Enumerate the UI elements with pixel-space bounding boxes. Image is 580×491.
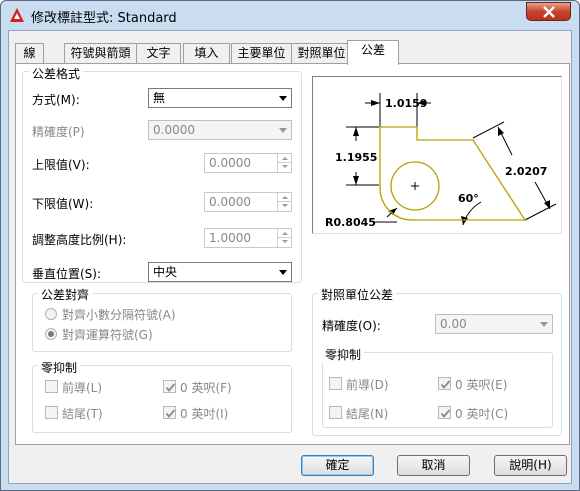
- scale-height-spinner[interactable]: 1.0000: [204, 228, 292, 248]
- chevron-down-icon: [540, 322, 548, 327]
- upper-value-text: 0.0000: [209, 156, 251, 170]
- method-label: 方式(M):: [32, 93, 80, 107]
- alt-trailing-checkbox[interactable]: [329, 406, 342, 419]
- lower-value-text: 0.0000: [209, 195, 251, 209]
- vertical-position-value: 中央: [153, 265, 178, 279]
- preview-drawing: 1.0159 1.1955 2.0207 60° R0.8045: [325, 93, 557, 229]
- alt-precision-value: 0.00: [440, 317, 467, 331]
- alt-zero-feet-label: 0 英呎(E): [455, 378, 508, 392]
- alt-leading-label: 前導(D): [346, 378, 389, 392]
- preview-dim-left: 1.1955: [335, 151, 377, 164]
- tolerances-panel: 公差格式 方式(M): 無 精確度(P) 0.0000 上限值(V): 0.00…: [15, 63, 570, 445]
- scale-height-label: 調整高度比例(H):: [32, 233, 127, 247]
- chevron-down-icon: [279, 128, 287, 133]
- alt-zero-feet-checkbox[interactable]: [438, 377, 451, 390]
- lower-value-label: 下限值(W):: [32, 197, 94, 211]
- alt-zero-suppression-legend: 零抑制: [322, 346, 365, 363]
- trailing-checkbox[interactable]: [45, 406, 58, 419]
- tolerance-format-legend: 公差格式: [29, 65, 84, 82]
- check-icon: [165, 409, 176, 418]
- check-icon: [440, 380, 451, 389]
- upper-value-spinner[interactable]: 0.0000: [204, 153, 292, 173]
- align-operator-radio[interactable]: [45, 328, 57, 340]
- method-combo[interactable]: 無: [148, 88, 292, 108]
- trailing-label: 結尾(T): [62, 407, 103, 421]
- tab-symbols-arrows[interactable]: 符號與箭頭: [64, 43, 137, 63]
- spin-down-icon[interactable]: [277, 202, 291, 211]
- vertical-position-combo[interactable]: 中央: [148, 262, 292, 282]
- preview-dim-right: 2.0207: [505, 165, 547, 178]
- precision-label: 精確度(P): [32, 125, 85, 139]
- alt-zero-inches-label: 0 英吋(C): [455, 407, 509, 421]
- close-button[interactable]: [526, 2, 571, 21]
- upper-value-label: 上限值(V):: [32, 158, 90, 172]
- preview-radius: R0.8045: [325, 216, 376, 229]
- tab-tolerances[interactable]: 公差: [347, 40, 399, 65]
- tab-primary-units[interactable]: 主要單位: [231, 43, 292, 63]
- zero-inches-label: 0 英吋(I): [180, 407, 229, 421]
- align-decimal-radio[interactable]: [45, 308, 57, 320]
- zero-feet-label: 0 英呎(F): [180, 381, 232, 395]
- tab-fit[interactable]: 填入: [183, 43, 230, 63]
- zero-suppression-legend: 零抑制: [38, 359, 81, 376]
- help-button[interactable]: 說明(H): [494, 455, 567, 476]
- tab-alternate-units[interactable]: 對照單位: [291, 43, 352, 63]
- precision-value: 0.0000: [153, 123, 195, 137]
- spin-up-icon[interactable]: [277, 193, 291, 202]
- lower-value-spinner[interactable]: 0.0000: [204, 192, 292, 212]
- alt-unit-tolerance-legend: 對照單位公差: [318, 286, 397, 303]
- zero-inches-checkbox[interactable]: [163, 406, 176, 419]
- chevron-down-icon: [279, 96, 287, 101]
- spin-down-icon[interactable]: [277, 163, 291, 172]
- zero-feet-checkbox[interactable]: [163, 380, 176, 393]
- cancel-button[interactable]: 取消: [397, 455, 470, 476]
- spin-down-icon[interactable]: [277, 238, 291, 247]
- ok-button[interactable]: 確定: [301, 455, 374, 476]
- preview-angle: 60°: [458, 192, 479, 205]
- preview-dim-top: 1.0159: [385, 97, 427, 110]
- autocad-app-icon: [10, 8, 24, 22]
- tab-lines[interactable]: 線: [15, 43, 44, 63]
- check-icon: [440, 409, 451, 418]
- check-icon: [165, 383, 176, 392]
- alt-precision-combo[interactable]: 0.00: [435, 314, 553, 334]
- spin-up-icon[interactable]: [277, 229, 291, 238]
- precision-combo[interactable]: 0.0000: [148, 120, 292, 140]
- leading-label: 前導(L): [62, 381, 103, 395]
- close-icon: [543, 6, 555, 18]
- dialog-window: 修改標註型式: Standard 線 符號與箭頭 文字 填入 主要單位 對照單位…: [0, 0, 580, 491]
- align-decimal-label: 對齊小數分隔符號(A): [62, 308, 176, 322]
- alt-trailing-label: 結尾(N): [346, 407, 389, 421]
- alt-leading-checkbox[interactable]: [329, 377, 342, 390]
- dimension-preview: 1.0159 1.1955 2.0207 60° R0.8045: [312, 76, 562, 234]
- vertical-position-label: 垂直位置(S):: [32, 267, 102, 281]
- alt-precision-label: 精確度(O):: [322, 319, 381, 333]
- dialog-client-area: 線 符號與箭頭 文字 填入 主要單位 對照單位 公差 公差格式 方式(M): 無…: [8, 30, 572, 484]
- window-title: 修改標註型式: Standard: [31, 11, 177, 26]
- scale-height-text: 1.0000: [209, 231, 251, 245]
- chevron-down-icon: [279, 270, 287, 275]
- alt-zero-inches-checkbox[interactable]: [438, 406, 451, 419]
- align-operator-label: 對齊運算符號(G): [62, 328, 153, 342]
- title-bar[interactable]: 修改標註型式: Standard: [1, 1, 579, 29]
- spin-up-icon[interactable]: [277, 154, 291, 163]
- tolerance-alignment-legend: 公差對齊: [38, 286, 93, 303]
- method-value: 無: [153, 91, 166, 105]
- tab-text[interactable]: 文字: [136, 43, 181, 63]
- leading-checkbox[interactable]: [45, 380, 58, 393]
